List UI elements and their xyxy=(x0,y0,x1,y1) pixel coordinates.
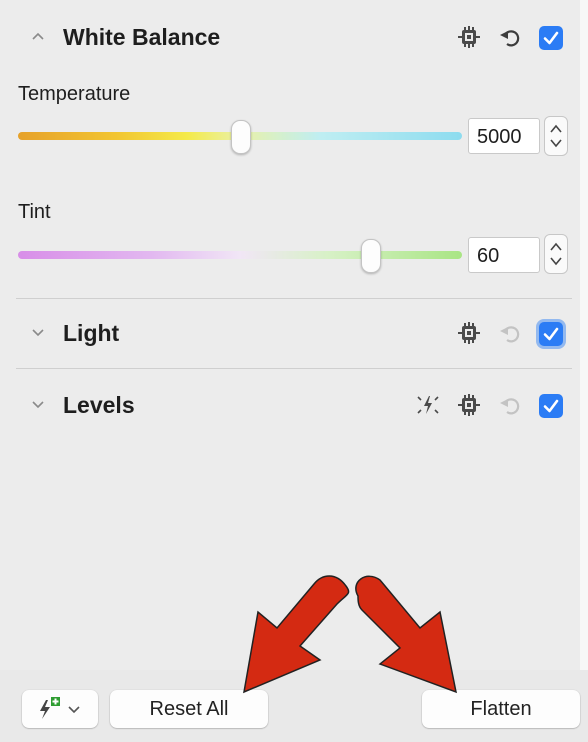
temperature-input[interactable]: 5000 xyxy=(468,118,540,154)
checkmark-icon xyxy=(543,31,559,45)
tint-label: Tint xyxy=(18,201,51,223)
section-enabled-checkbox[interactable] xyxy=(539,322,563,346)
temperature-slider-knob[interactable] xyxy=(231,120,251,154)
chevron-down-icon[interactable] xyxy=(30,396,46,412)
add-preset-icon xyxy=(40,697,80,719)
adjustments-panel: White Balance Temperature 5000 Tint 60 L… xyxy=(0,0,588,742)
revert-icon[interactable] xyxy=(498,26,522,50)
section-title: White Balance xyxy=(63,24,221,50)
stepper-arrows-icon xyxy=(550,124,562,148)
flatten-button[interactable]: Flatten xyxy=(422,690,580,728)
section-divider xyxy=(16,368,572,369)
temperature-label: Temperature xyxy=(18,83,131,105)
checkmark-icon xyxy=(543,399,559,413)
gear-icon[interactable] xyxy=(457,393,481,417)
temperature-stepper[interactable] xyxy=(544,116,568,156)
gear-icon[interactable] xyxy=(457,321,481,345)
reset-all-button[interactable]: Reset All xyxy=(110,690,268,728)
tint-slider-track[interactable] xyxy=(18,251,462,259)
revert-icon[interactable] xyxy=(498,322,522,346)
section-header-white-balance[interactable]: White Balance xyxy=(0,12,580,62)
revert-icon[interactable] xyxy=(498,394,522,418)
tint-stepper[interactable] xyxy=(544,234,568,274)
chevron-down-icon[interactable] xyxy=(30,324,46,340)
section-title: Light xyxy=(63,320,120,346)
section-enabled-checkbox[interactable] xyxy=(539,394,563,418)
section-divider xyxy=(16,298,572,299)
section-enabled-checkbox[interactable] xyxy=(539,26,563,50)
section-header-levels[interactable]: Levels xyxy=(0,380,580,430)
panel-edge xyxy=(580,0,588,742)
tint-slider-knob[interactable] xyxy=(361,239,381,273)
gear-icon[interactable] xyxy=(457,25,481,49)
section-header-light[interactable]: Light xyxy=(0,308,580,358)
stepper-arrows-icon xyxy=(550,242,562,266)
checkmark-icon xyxy=(543,327,559,341)
auto-enhance-icon[interactable] xyxy=(416,393,440,417)
bottom-toolbar: Reset All Flatten xyxy=(0,670,588,742)
chevron-up-icon[interactable] xyxy=(30,28,46,44)
section-title: Levels xyxy=(63,392,135,418)
add-preset-menu-button[interactable] xyxy=(22,690,98,728)
tint-input[interactable]: 60 xyxy=(468,237,540,273)
